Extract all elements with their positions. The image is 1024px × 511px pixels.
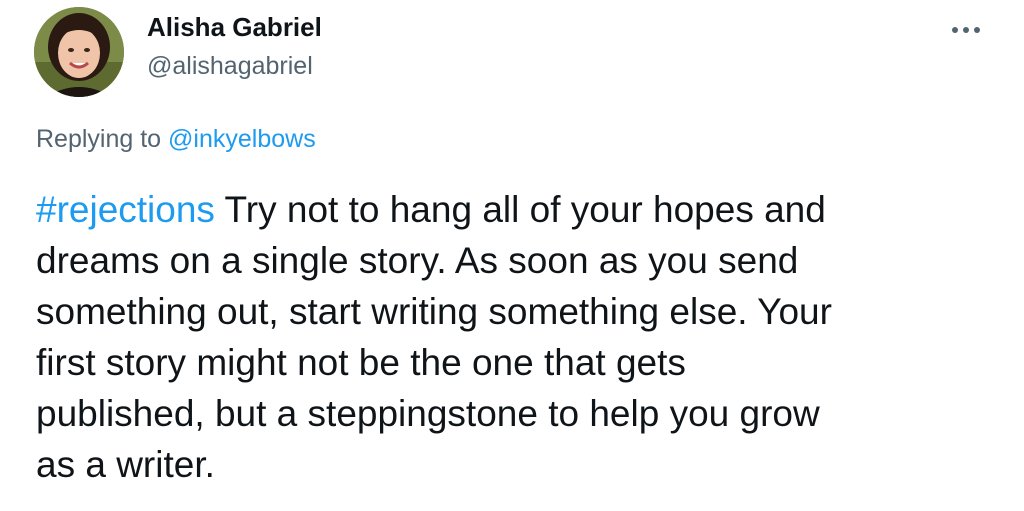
reply-context-prefix: Replying to: [36, 125, 162, 153]
tweet-text-line: something out, start writing something e…: [36, 291, 832, 332]
more-dots-icon: [952, 27, 980, 33]
tweet-text-line: first story might not be the one that ge…: [36, 342, 686, 383]
author-handle[interactable]: @alishagabriel: [147, 52, 313, 81]
reply-mention-link[interactable]: @inkyelbows: [168, 125, 316, 153]
hashtag-link[interactable]: #rejections: [36, 189, 215, 230]
tweet-text-line: as a writer.: [36, 444, 215, 485]
tweet-text-line: published, but a steppingstone to help y…: [36, 393, 820, 434]
tweet-text: #rejections Try not to hang all of your …: [36, 184, 996, 490]
author-name[interactable]: Alisha Gabriel: [147, 12, 322, 43]
reply-context: Replying to @inkyelbows: [36, 125, 316, 154]
avatar-image: [34, 7, 124, 97]
tweet-text-line: Try not to hang all of your hopes and: [214, 189, 826, 230]
avatar[interactable]: [34, 7, 124, 97]
more-options-button[interactable]: [948, 12, 984, 48]
tweet-card: Alisha Gabriel @alishagabriel Replying t…: [0, 0, 1024, 511]
tweet-text-line: dreams on a single story. As soon as you…: [36, 240, 799, 281]
